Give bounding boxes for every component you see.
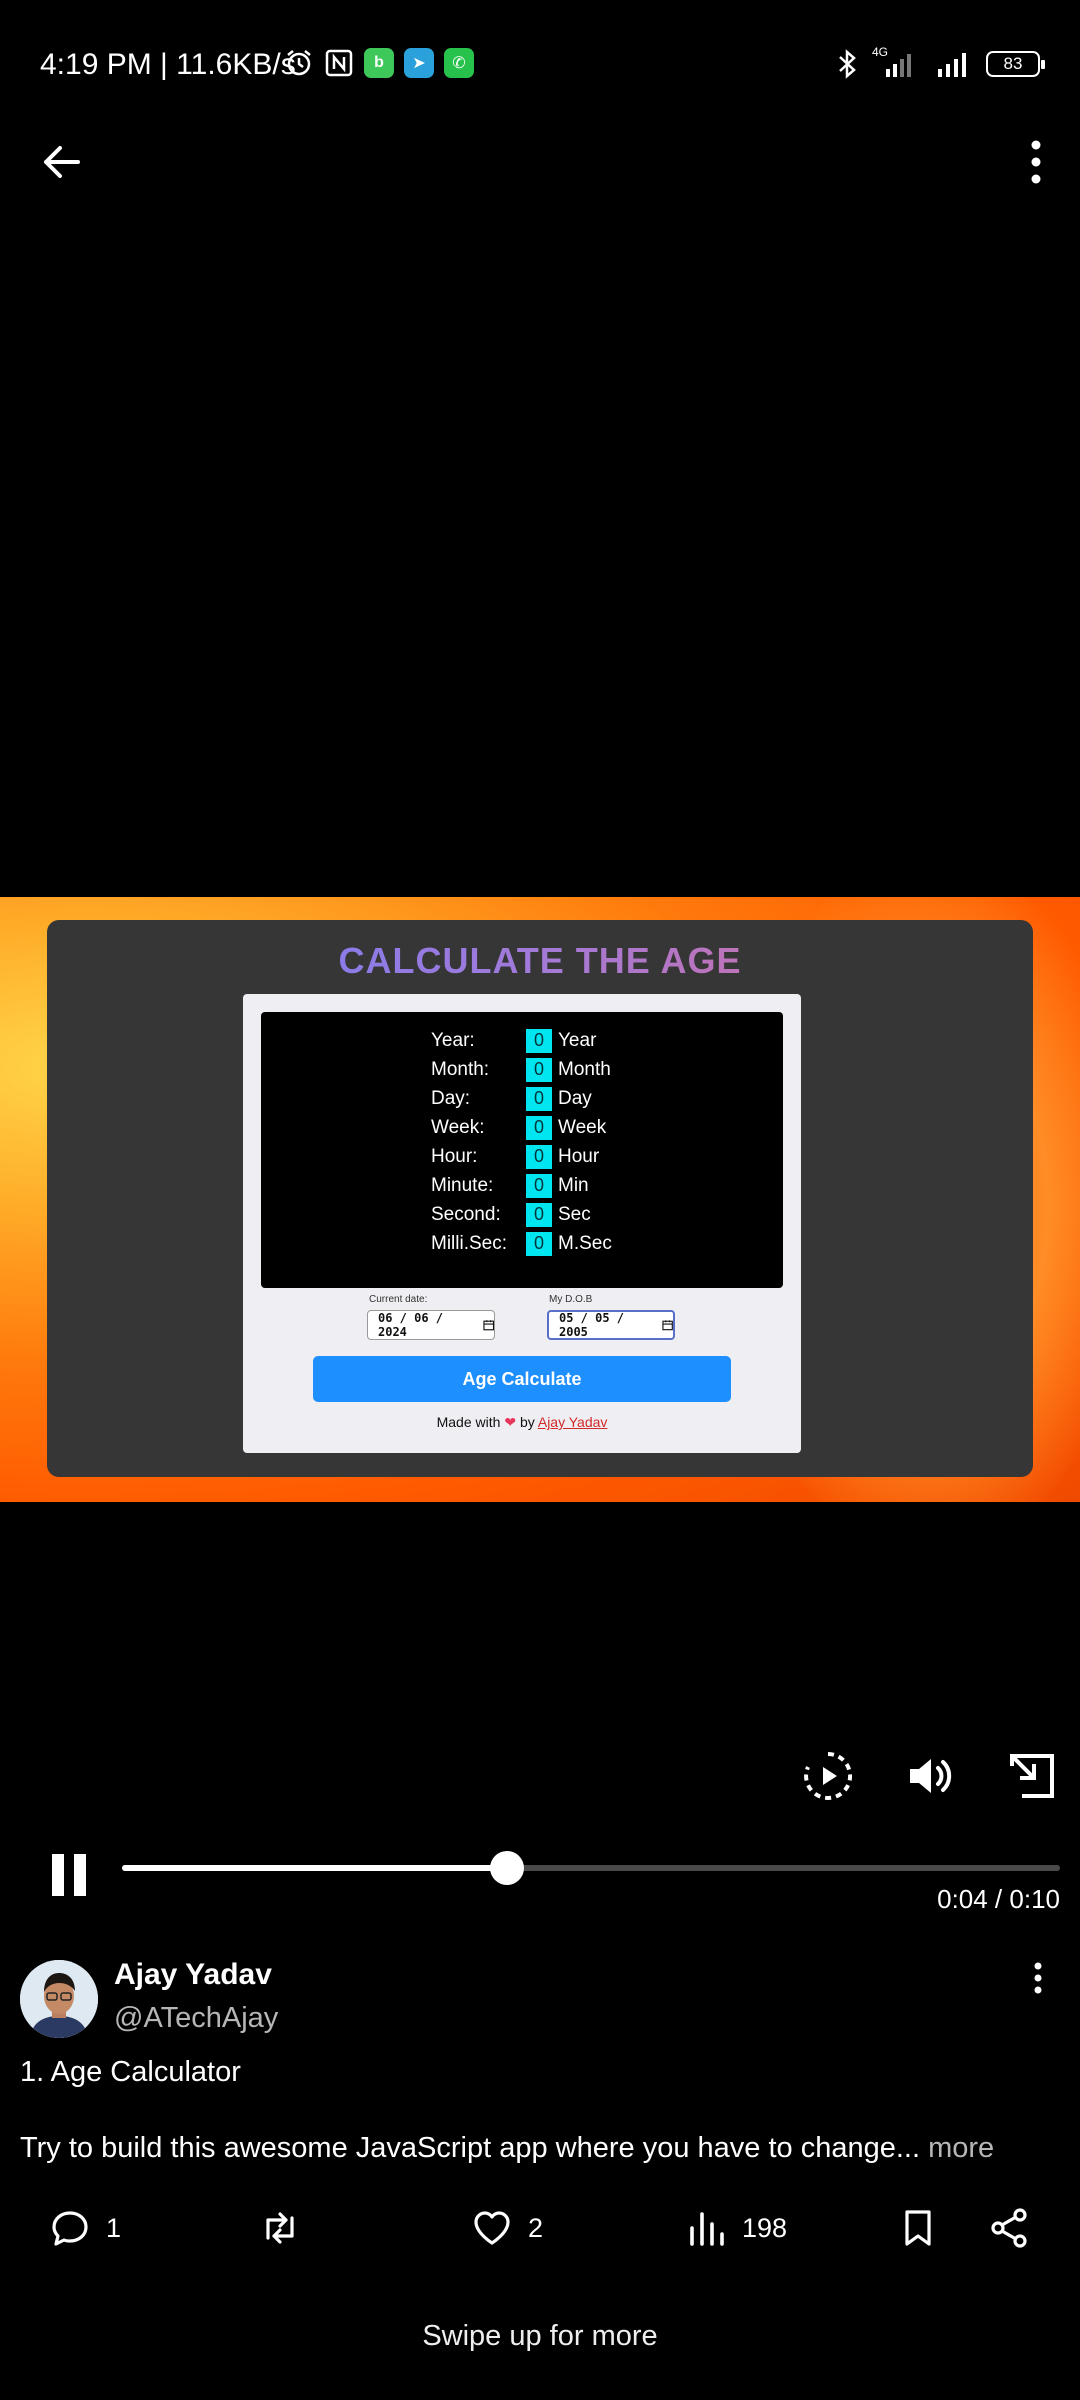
tweet-more-options-icon[interactable] (1018, 1958, 1058, 1998)
battery-icon: 83 (986, 51, 1045, 77)
more-options-icon[interactable] (994, 134, 1050, 190)
author-name[interactable]: Ajay Yadav (114, 1958, 272, 1992)
like-count: 2 (528, 2212, 544, 2243)
back-arrow-icon[interactable] (34, 134, 90, 190)
current-date-input: 06 / 06 / 2024 (367, 1310, 495, 1340)
dob-label: My D.O.B (549, 1294, 593, 1305)
author-link: Ajay Yadav (537, 1414, 608, 1430)
telegram-icon: ➤ (404, 48, 434, 78)
video-progress-bar[interactable] (122, 1851, 1060, 1885)
result-row-year: Year: 0 Year (431, 1028, 597, 1053)
age-calculate-button: Age Calculate (313, 1356, 731, 1402)
tweet-text-line1: 1. Age Calculator (20, 2056, 241, 2088)
like-button[interactable]: 2 (470, 2196, 543, 2260)
video-time: 0:04 / 0:10 (937, 1884, 1060, 1914)
playback-speed-icon[interactable] (800, 1748, 856, 1804)
current-date-label: Current date: (369, 1294, 428, 1305)
dob-input: 05 / 05 / 2005 (547, 1310, 675, 1340)
calculator-title: CALCULATE THE AGE (47, 940, 1033, 982)
heart-icon: ❤ (504, 1414, 517, 1430)
result-row-millisecond: Milli.Sec: 0 M.Sec (431, 1231, 612, 1256)
video-frame[interactable]: CALCULATE THE AGE Year: 0 Year Month: 0 Mont… (0, 897, 1080, 1502)
repost-button[interactable] (258, 2196, 302, 2260)
reply-icon (52, 2211, 88, 2246)
calculator-panel: CALCULATE THE AGE Year: 0 Year Month: 0 Mont… (47, 920, 1033, 1477)
bluetooth-icon (839, 49, 856, 79)
tweet-text-line2: Try to build this awesome JavaScript app… (20, 2132, 995, 2164)
views-count: 198 (742, 2212, 788, 2243)
nfc-icon (325, 49, 353, 77)
reply-count: 1 (106, 2212, 122, 2243)
alarm-icon (287, 50, 311, 76)
picture-in-picture-icon[interactable] (1004, 1748, 1060, 1804)
app-notification-icon: b (364, 48, 394, 78)
reply-button[interactable]: 1 (48, 2196, 121, 2260)
made-with-footer: Made with ❤ by Ajay Yadav (436, 1414, 608, 1430)
share-icon (991, 2208, 1027, 2248)
volume-icon[interactable] (902, 1748, 958, 1804)
calendar-icon (662, 1320, 673, 1331)
system-icons: 4G 83 (836, 45, 1045, 80)
result-row-week: Week: 0 Week (431, 1115, 607, 1140)
heart-icon (474, 2211, 510, 2245)
tweet-actions: 1 2 198 (0, 2196, 1080, 2260)
views-button[interactable]: 198 (684, 2196, 787, 2260)
notification-icons: b ➤ ✆ (284, 48, 474, 78)
views-chart-icon (690, 2212, 724, 2246)
result-row-second: Second: 0 Sec (431, 1202, 591, 1227)
bookmark-icon (905, 2210, 931, 2246)
avatar[interactable] (20, 1960, 98, 2038)
pause-icon[interactable] (48, 1848, 98, 1904)
result-row-day: Day: 0 Day (431, 1086, 592, 1111)
swipe-up-hint: Swipe up for more (422, 2320, 658, 2352)
progress-handle[interactable] (489, 1851, 524, 1885)
result-row-month: Month: 0 Month (431, 1057, 611, 1082)
status-time: 4:19 PM | 11.6KB/s (40, 48, 296, 81)
status-bar: 4:19 PM | 11.6KB/s b ➤ ✆ 4G 83 (0, 0, 1080, 130)
calculator-card: Year: 0 Year Month: 0 Month Day: 0 Day Week: 0 W… (243, 994, 801, 1453)
result-row-minute: Minute: 0 Min (431, 1173, 589, 1198)
whatsapp-icon: ✆ (444, 48, 474, 78)
calendar-icon (482, 1320, 494, 1331)
share-button[interactable] (988, 2196, 1032, 2260)
result-screen: Year: 0 Year Month: 0 Month Day: 0 Day Week: 0 W… (261, 1012, 783, 1288)
progress-fill (122, 1865, 507, 1871)
signal-icon (938, 53, 966, 77)
author-handle[interactable]: @ATechAjay (114, 2002, 278, 2035)
bookmark-button[interactable] (896, 2196, 940, 2260)
repost-icon (266, 2212, 294, 2244)
more-link[interactable]: more (928, 2132, 994, 2164)
signal-4g-icon: 4G (872, 45, 922, 79)
result-row-hour: Hour: 0 Hour (431, 1144, 600, 1169)
